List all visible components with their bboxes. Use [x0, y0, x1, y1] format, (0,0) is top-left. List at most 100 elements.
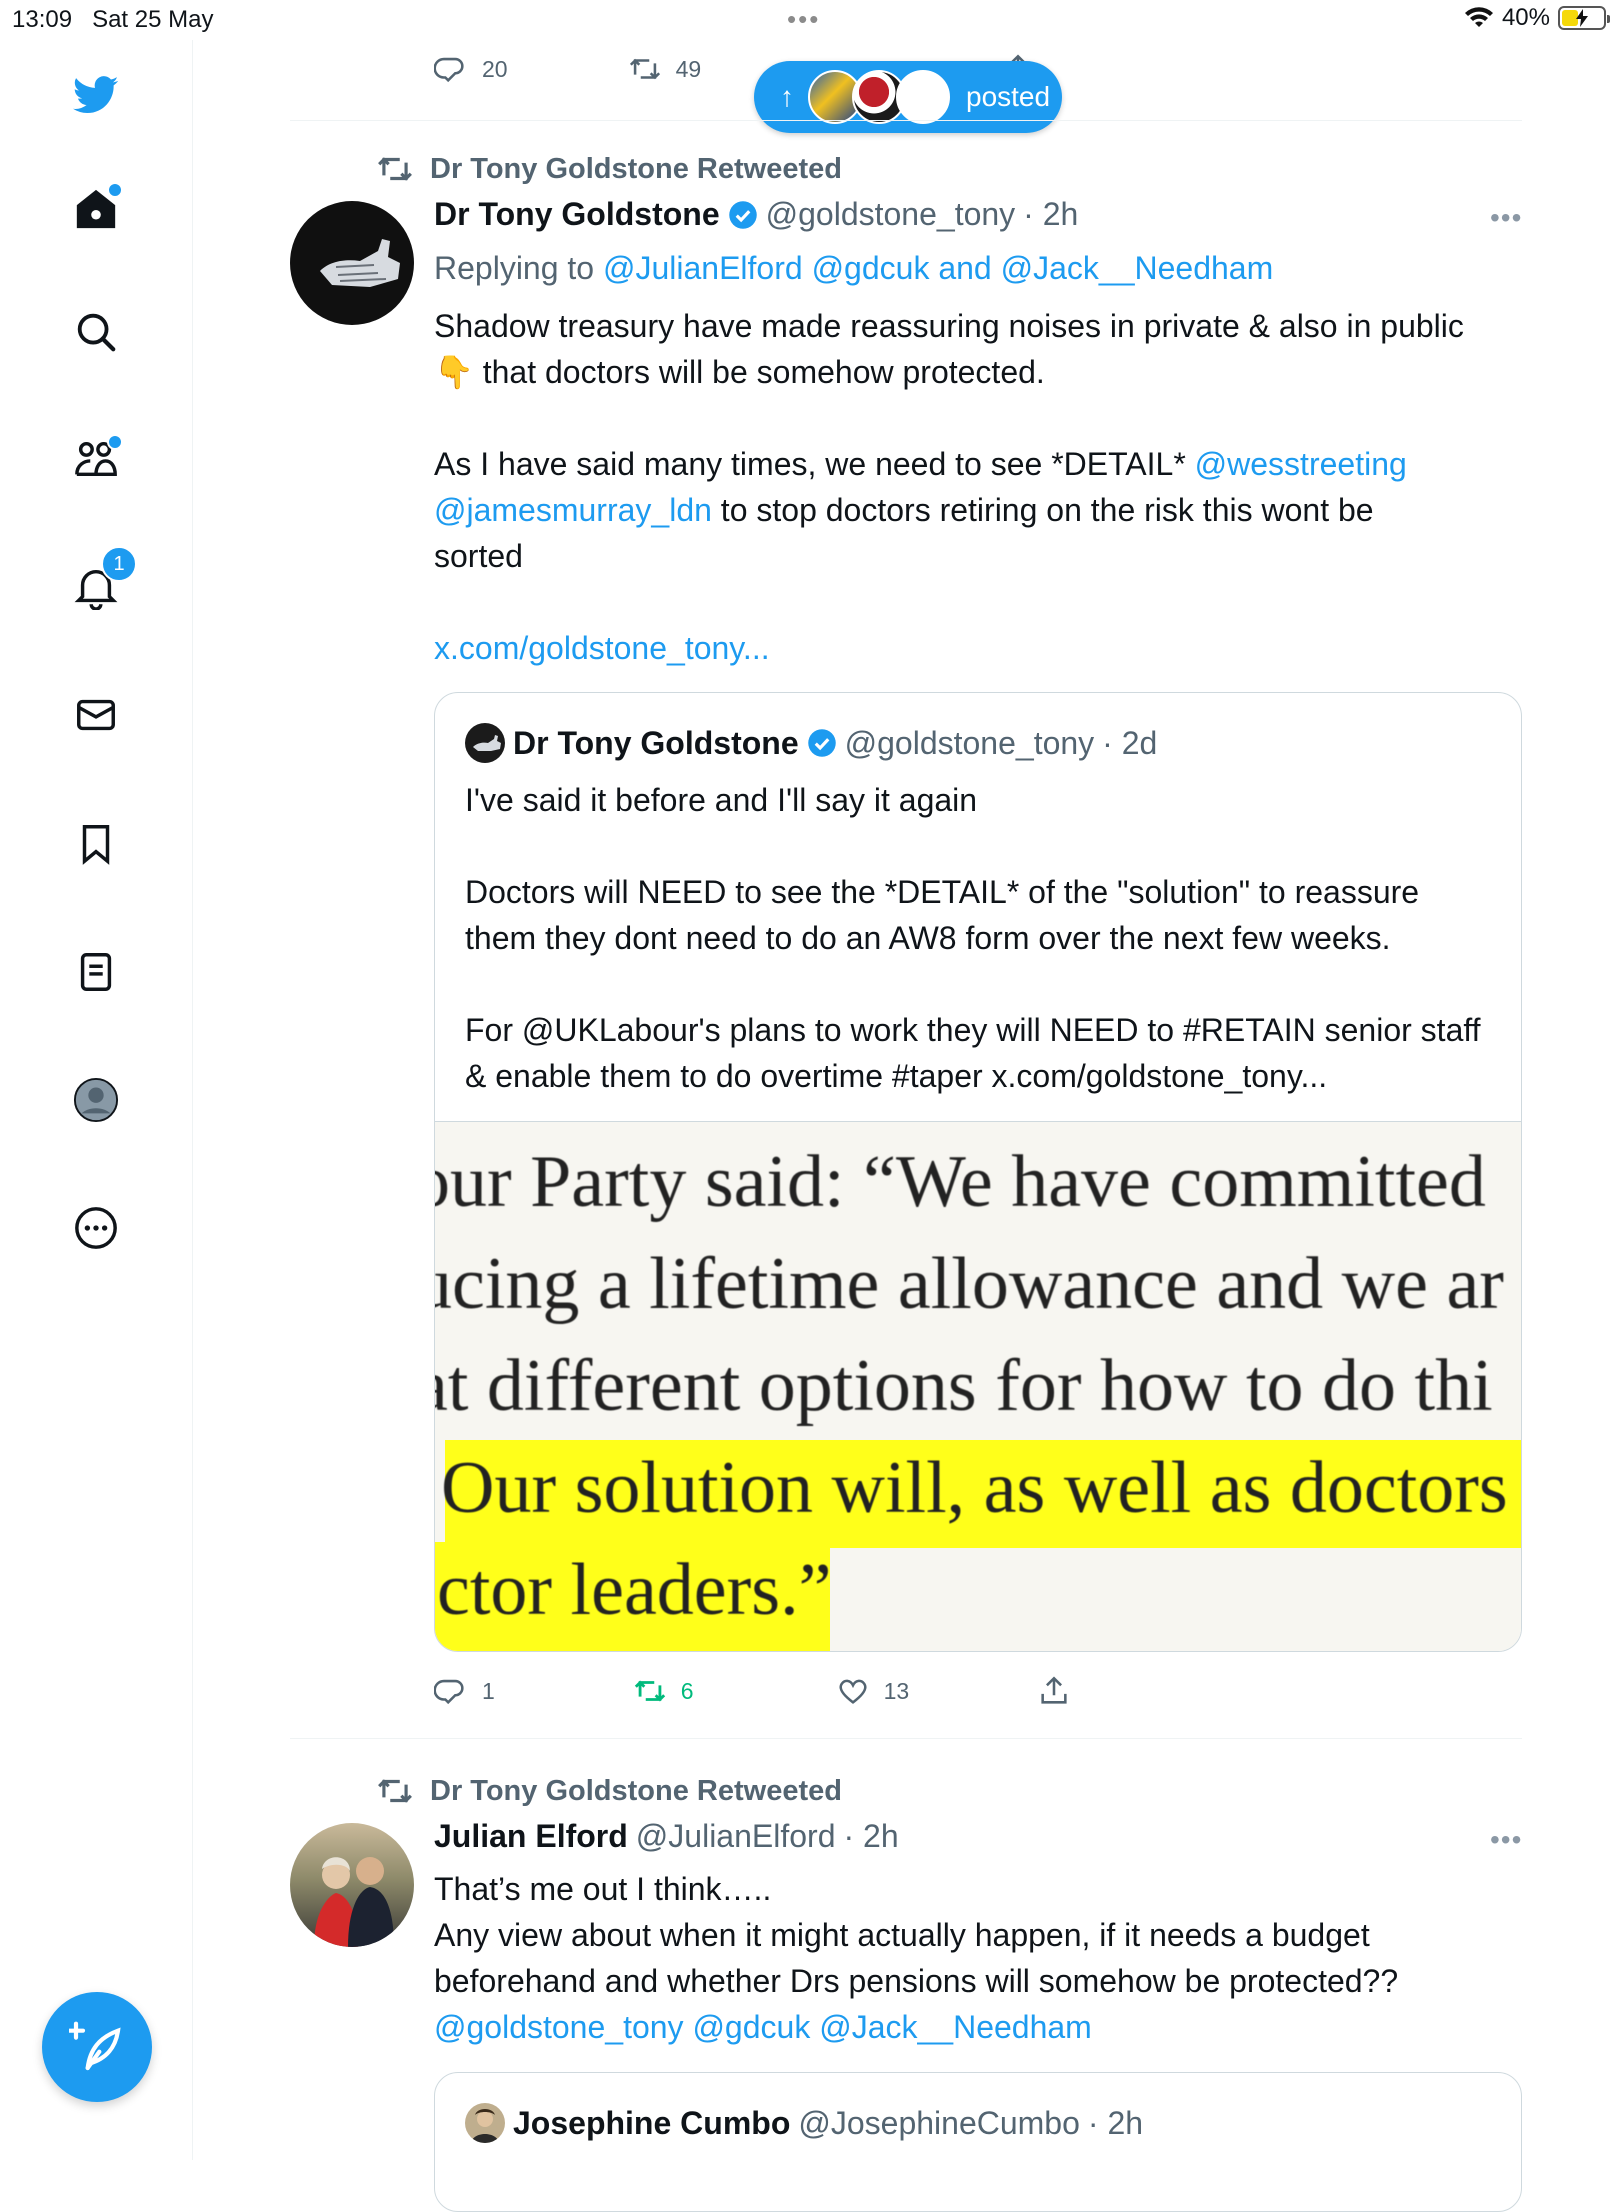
share-button[interactable]: [1037, 1674, 1071, 1708]
quoted-tweet-time: · 2h: [1087, 2104, 1144, 2141]
article-text-line: Our solution will, as well as doctors: [441, 1447, 1508, 1529]
tweet-time[interactable]: · 2h: [1023, 196, 1078, 233]
quoted-tweet-header: Josephine Cumbo @JosephineCumbo · 2h: [465, 2103, 1143, 2143]
profile-icon[interactable]: [67, 1071, 125, 1129]
verified-badge-icon: [807, 729, 836, 757]
quoted-tweet-header: Dr Tony Goldstone @goldstone_tony · 2d: [465, 723, 1157, 763]
battery-icon: [1558, 6, 1610, 30]
tweet-line: As I have said many times, we need to se…: [434, 446, 1407, 482]
lists-icon[interactable]: [67, 943, 125, 1001]
divider: [290, 1738, 1522, 1739]
point-down-emoji: 👇: [434, 354, 474, 390]
more-options-icon[interactable]: •••: [1490, 202, 1522, 234]
mention-link[interactable]: @jamesmurray_ldn: [434, 492, 712, 528]
author-name[interactable]: Julian Elford: [434, 1818, 628, 1855]
divider: [290, 120, 1522, 121]
retweet-button[interactable]: 49: [628, 52, 702, 86]
quoted-author-name: Josephine Cumbo: [513, 2104, 791, 2141]
retweet-count: 6: [680, 1677, 694, 1704]
reply-count: 20: [482, 55, 508, 82]
tweet-line: beforehand and whether Drs pensions will…: [434, 1963, 1399, 1999]
home-unread-dot: [107, 182, 123, 198]
arrow-up-icon: ↑: [780, 81, 794, 112]
tweet-header: Dr Tony Goldstone @goldstone_tony · 2h: [434, 196, 1078, 233]
status-time: 13:09 Sat 25 May: [12, 6, 214, 33]
search-icon[interactable]: [67, 303, 125, 361]
replying-prefix: Replying to: [434, 250, 603, 286]
quoted-author-handle: @JosephineCumbo: [798, 2104, 1080, 2141]
retweet-icon: [378, 1779, 412, 1803]
heart-icon: [838, 1679, 867, 1704]
share-icon: [1041, 1676, 1067, 1704]
retweeted-by-text: Dr Tony Goldstone Retweeted: [430, 152, 842, 185]
bookmarks-icon[interactable]: [67, 815, 125, 873]
quoted-author-handle: @goldstone_tony: [844, 724, 1095, 761]
quoted-tweet-image[interactable]: our Party said: “We have committed ucing…: [435, 1121, 1521, 1651]
pill-avatars: [808, 70, 950, 124]
retweeted-by-line[interactable]: Dr Tony Goldstone Retweeted: [376, 150, 842, 188]
tweet-line: @jamesmurray_ldn to stop doctors retirin…: [434, 492, 1374, 528]
avatar[interactable]: [290, 201, 414, 325]
tweet-link[interactable]: x.com/goldstone_tony...: [434, 630, 770, 666]
mention-link[interactable]: @wesstreeting: [1195, 446, 1407, 482]
quoted-tweet[interactable]: Dr Tony Goldstone @goldstone_tony · 2d I…: [434, 692, 1522, 1652]
tweet-body: Shadow treasury have made reassuring noi…: [434, 303, 1534, 671]
messages-icon[interactable]: [67, 686, 125, 744]
compose-feather-icon: [69, 2021, 121, 2071]
communities-unread-dot: [107, 434, 123, 450]
retweet-count: 49: [675, 55, 702, 82]
avatar: [896, 70, 950, 124]
tweet-line: Any view about when it might actually ha…: [434, 1917, 1370, 1953]
compose-tweet-button[interactable]: [42, 1992, 152, 2102]
reply-icon: [434, 1679, 464, 1705]
more-icon[interactable]: [67, 1199, 125, 1257]
tweet-actions: 1 6 13: [434, 1674, 1071, 1708]
avatar: [465, 2103, 505, 2143]
reply-button[interactable]: 20: [434, 52, 508, 86]
avatar: [465, 723, 505, 763]
notifications-badge: 1: [101, 546, 137, 582]
quoted-tweet[interactable]: Josephine Cumbo @JosephineCumbo · 2h: [434, 2072, 1522, 2212]
tweet-line: sorted: [434, 538, 523, 574]
tweet-line: Shadow treasury have made reassuring noi…: [434, 308, 1464, 344]
tweet-header: Julian Elford @JulianElford · 2h: [434, 1818, 899, 1855]
article-text-line: at different options for how to do thi: [435, 1345, 1493, 1427]
reply-button[interactable]: 1: [434, 1674, 495, 1708]
notifications-icon[interactable]: 1: [67, 546, 137, 616]
mention-links[interactable]: @goldstone_tony @gdcuk @Jack__Needham: [434, 2009, 1092, 2045]
new-posts-pill[interactable]: ↑ posted: [754, 61, 1062, 133]
reply-count: 1: [482, 1677, 495, 1704]
replying-to: Replying to @JulianElford @gdcuk and @Ja…: [434, 245, 1524, 291]
retweet-icon: [629, 58, 660, 80]
retweet-button[interactable]: 6: [633, 1674, 694, 1708]
author-handle[interactable]: @goldstone_tony: [766, 196, 1016, 233]
sidebar: 1: [0, 40, 193, 2160]
avatar[interactable]: [290, 1823, 414, 1947]
communities-icon[interactable]: [67, 430, 125, 488]
retweeted-by-line[interactable]: Dr Tony Goldstone Retweeted: [376, 1772, 842, 1810]
author-handle[interactable]: @JulianElford: [636, 1818, 836, 1855]
author-name[interactable]: Dr Tony Goldstone: [434, 196, 720, 233]
quoted-author-name: Dr Tony Goldstone: [513, 724, 799, 761]
battery-percent: 40%: [1501, 4, 1550, 31]
like-count: 13: [883, 1677, 910, 1704]
retweeted-by-text: Dr Tony Goldstone Retweeted: [430, 1774, 842, 1807]
quoted-tweet-time: · 2d: [1102, 724, 1158, 761]
wifi-icon: [1464, 7, 1493, 28]
quoted-line: I've said it before and I'll say it agai…: [465, 782, 978, 818]
article-text-line: our Party said: “We have committed: [435, 1141, 1486, 1223]
home-icon[interactable]: [67, 180, 125, 238]
multitasking-dots-icon[interactable]: •••: [787, 4, 820, 35]
article-text-line: ucing a lifetime allowance and we ar: [435, 1243, 1504, 1325]
quoted-line: For @UKLabour's plans to work they will …: [465, 1012, 1481, 1094]
replying-to-users[interactable]: @JulianElford @gdcuk and @Jack__Needham: [603, 250, 1273, 286]
tweet-line: 👇 that doctors will be somehow protected…: [434, 354, 1045, 390]
tweet-time[interactable]: · 2h: [843, 1818, 898, 1855]
more-options-icon[interactable]: •••: [1490, 1824, 1522, 1856]
retweet-icon: [634, 1680, 665, 1702]
like-button[interactable]: 13: [836, 1674, 910, 1708]
article-text-line: ctor leaders.”: [437, 1549, 832, 1631]
twitter-logo-icon[interactable]: [67, 66, 125, 124]
status-bar: 13:09 Sat 25 May ••• 40%: [0, 0, 1620, 40]
quoted-line: Doctors will NEED to see the *DETAIL* of…: [465, 874, 1420, 956]
